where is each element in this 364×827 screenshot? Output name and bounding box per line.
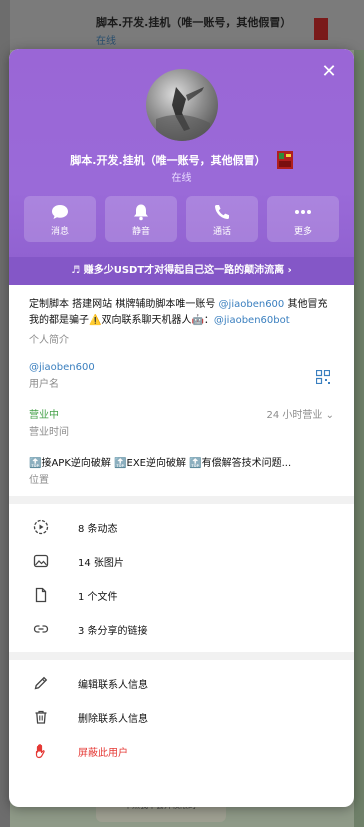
online-status: 在线 xyxy=(171,173,192,184)
shared-media-list: 8 条动态 14 张图片 1 个文件 3 条分享的链接 xyxy=(9,504,354,652)
edit-contact-label: 编辑联系人信息 xyxy=(78,680,148,691)
business-hours-dropdown[interactable]: 24 小时营业 ⌄ xyxy=(267,406,334,421)
avatar-figure-icon xyxy=(156,87,210,141)
more-button-label: 更多 xyxy=(293,227,312,237)
profile-name: 脚本.开发.挂机（唯一账号，其他假冒） xyxy=(70,153,266,167)
business-hours-field[interactable]: 营业中 营业时间 24 小时营业 ⌄ xyxy=(29,406,334,438)
contact-actions-list: 编辑联系人信息 删除联系人信息 屏蔽此用户 xyxy=(9,660,354,774)
profile-dialog: ✕ 脚本.开发.挂机（唯一账号，其他假冒） 在线 消息 静音 通话 更多 ♬ 赚… xyxy=(9,49,354,807)
section-divider xyxy=(9,652,354,660)
section-divider xyxy=(9,496,354,504)
qr-code-icon[interactable] xyxy=(316,370,330,384)
image-icon xyxy=(33,554,49,568)
phone-icon xyxy=(215,205,229,219)
close-icon[interactable]: ✕ xyxy=(320,63,338,81)
username-label: 用户名 xyxy=(29,379,59,390)
business-hours-label: 营业时间 xyxy=(29,427,69,438)
block-hand-icon xyxy=(35,744,45,759)
link-icon xyxy=(33,625,49,633)
bio-bot-link[interactable]: @jiaoben60bot xyxy=(214,315,290,326)
delete-contact-label: 删除联系人信息 xyxy=(78,714,148,725)
mute-button[interactable]: 静音 xyxy=(105,196,177,242)
bio-label: 个人简介 xyxy=(29,335,69,346)
profile-info: 定制脚本 搭建网站 棋牌辅助脚本唯一账号 @jiaoben600 其他冒充我的都… xyxy=(9,285,354,486)
stories-row[interactable]: 8 条动态 xyxy=(9,510,354,544)
bio-text-part: 定制脚本 搭建网站 棋牌辅助脚本唯一账号 xyxy=(29,299,219,310)
more-button[interactable]: 更多 xyxy=(267,196,339,242)
message-button-label: 消息 xyxy=(50,227,69,237)
files-row[interactable]: 1 个文件 xyxy=(9,578,354,612)
profile-name-row: 脚本.开发.挂机（唯一账号，其他假冒） xyxy=(9,149,354,169)
bell-icon xyxy=(134,204,148,221)
location-label: 位置 xyxy=(29,475,49,486)
mute-button-label: 静音 xyxy=(131,227,150,237)
files-label: 1 个文件 xyxy=(78,592,118,603)
pencil-icon xyxy=(34,676,48,690)
images-row[interactable]: 14 张图片 xyxy=(9,544,354,578)
background-chat-edge xyxy=(354,50,364,827)
message-button[interactable]: 消息 xyxy=(24,196,96,242)
profile-header: ✕ 脚本.开发.挂机（唯一账号，其他假冒） 在线 消息 静音 通话 更多 ♬ 赚… xyxy=(9,49,354,285)
more-icon xyxy=(295,210,311,214)
links-label: 3 条分享的链接 xyxy=(78,626,148,637)
location-value: 🔝接APK逆向破解 🔝EXE逆向破解 🔝有偿解答技术问题... xyxy=(29,458,292,469)
music-banner[interactable]: ♬ 赚多少USDT才对得起自己这一路的颠沛流离 › xyxy=(9,257,354,285)
stories-icon xyxy=(33,519,49,535)
action-bar: 消息 静音 通话 更多 xyxy=(24,196,339,242)
background-chat-logo xyxy=(314,18,328,40)
images-label: 14 张图片 xyxy=(78,558,124,569)
bio-username-link[interactable]: @jiaoben600 xyxy=(219,299,285,310)
trash-icon xyxy=(35,710,47,724)
edit-contact-row[interactable]: 编辑联系人信息 xyxy=(9,666,354,700)
bio-text: 定制脚本 搭建网站 棋牌辅助脚本唯一账号 @jiaoben600 其他冒充我的都… xyxy=(29,297,334,329)
message-icon xyxy=(52,205,68,219)
background-chat-header: 脚本.开发.挂机（唯一账号，其他假冒） 在线 xyxy=(0,0,364,50)
delete-contact-row[interactable]: 删除联系人信息 xyxy=(9,700,354,734)
file-icon xyxy=(35,587,47,603)
call-button-label: 通话 xyxy=(212,227,231,237)
call-button[interactable]: 通话 xyxy=(186,196,258,242)
links-row[interactable]: 3 条分享的链接 xyxy=(9,612,354,646)
block-user-row[interactable]: 屏蔽此用户 xyxy=(9,734,354,768)
stories-label: 8 条动态 xyxy=(78,524,118,535)
block-user-label: 屏蔽此用户 xyxy=(78,748,128,759)
background-chat-status: 在线 xyxy=(96,36,116,47)
username-value[interactable]: @jiaoben600 xyxy=(29,362,334,373)
brand-logo-icon xyxy=(276,150,293,169)
username-field[interactable]: @jiaoben600 用户名 xyxy=(29,362,334,390)
avatar[interactable] xyxy=(146,69,218,141)
location-field[interactable]: 🔝接APK逆向破解 🔝EXE逆向破解 🔝有偿解答技术问题... 位置 xyxy=(29,454,334,486)
background-chat-title: 脚本.开发.挂机（唯一账号，其他假冒） xyxy=(96,16,292,29)
